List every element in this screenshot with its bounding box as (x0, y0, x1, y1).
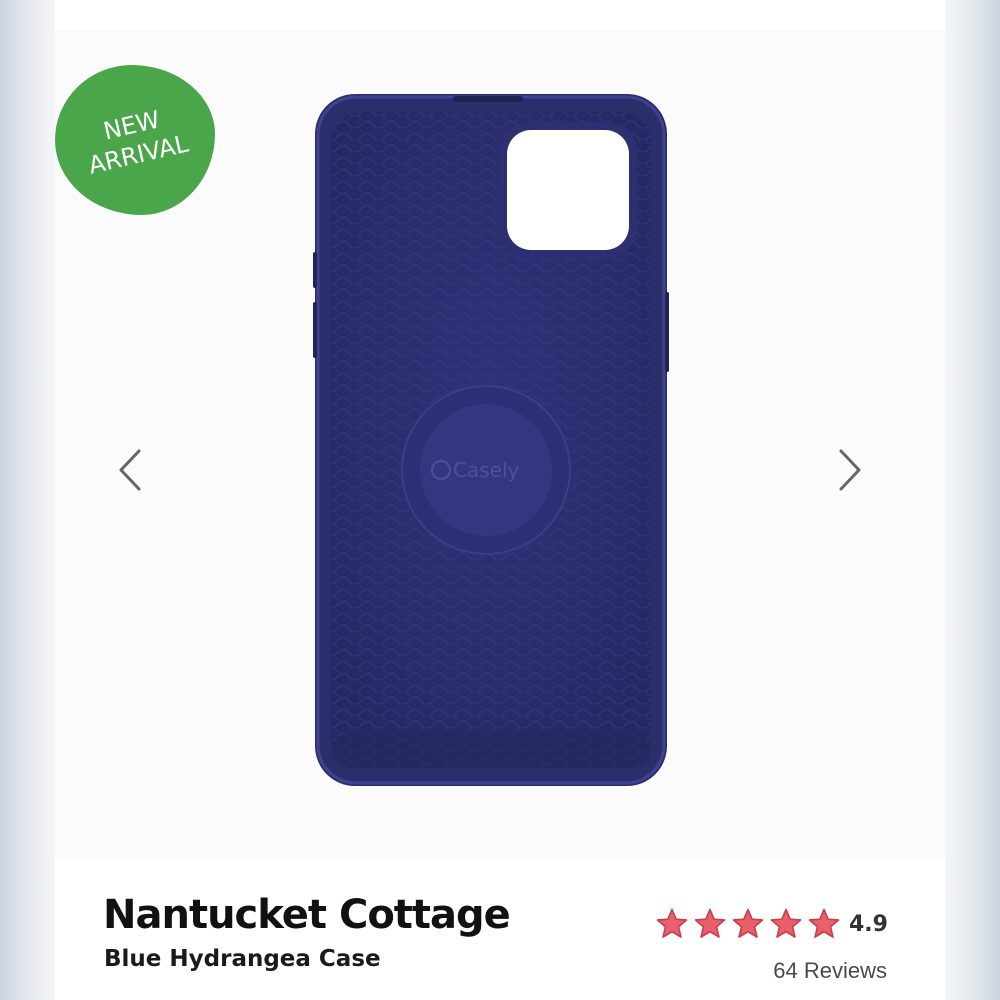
chevron-left-icon (119, 449, 141, 491)
previous-image-button[interactable] (110, 440, 150, 500)
case-logo-text: Casely (453, 458, 520, 482)
chevron-right-icon (839, 449, 861, 491)
product-rating: 4.9 (655, 904, 888, 944)
product-title[interactable]: Nantucket Cottage (103, 892, 511, 938)
star-icon (694, 908, 726, 938)
reviews-link[interactable]: 64 Reviews (715, 958, 887, 984)
new-arrival-badge: NEW ARRIVAL (55, 65, 215, 215)
star-icon (770, 908, 802, 938)
product-card: NEW ARRIVAL Casely Nantucket Cottage Blu… (55, 0, 945, 1000)
badge-label: NEW ARRIVAL (85, 105, 191, 180)
star-icon (656, 908, 688, 938)
phone-case-image: Casely (313, 94, 669, 786)
star-rating (655, 907, 841, 941)
rating-value: 4.9 (849, 911, 888, 937)
next-image-button[interactable] (830, 440, 870, 500)
star-icon (808, 908, 840, 938)
product-image-gallery: NEW ARRIVAL Casely (55, 30, 945, 860)
star-icon (732, 908, 764, 938)
product-subtitle: Blue Hydrangea Case (104, 946, 381, 972)
